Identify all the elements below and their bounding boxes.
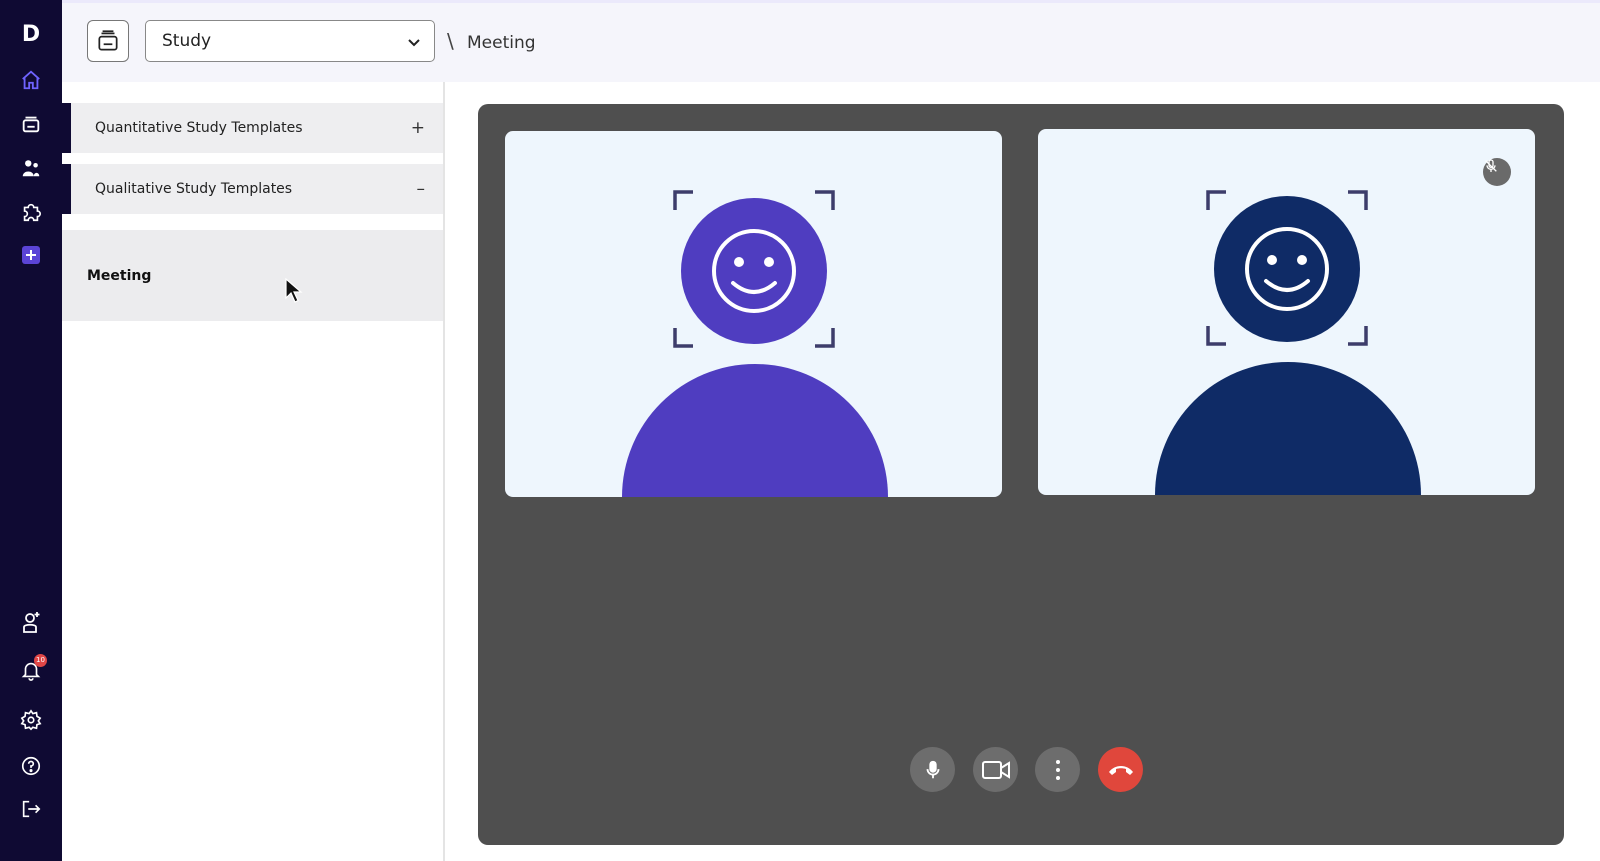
phone-hangup-icon — [1108, 765, 1133, 775]
nav-participants-button[interactable] — [11, 150, 51, 186]
template-item-meeting[interactable]: Meeting — [62, 230, 443, 321]
plus-square-icon — [22, 246, 40, 264]
nav-settings-button[interactable] — [11, 702, 51, 738]
nav-integrations-button[interactable] — [11, 194, 51, 230]
microphone-icon — [926, 760, 939, 778]
nav-invite-user-button[interactable] — [11, 604, 51, 640]
study-select[interactable]: Study — [145, 20, 435, 62]
more-vertical-icon — [1055, 759, 1060, 780]
puzzle-icon — [23, 203, 41, 222]
breadcrumb-separator: \ — [447, 29, 454, 53]
nav-home-button[interactable] — [11, 62, 51, 98]
expand-icon[interactable]: + — [411, 118, 425, 138]
logout-icon — [22, 800, 41, 818]
nav-help-button[interactable] — [11, 748, 51, 784]
accordion-qualitative-templates[interactable]: Qualitative Study Templates – — [62, 164, 443, 214]
notification-count-badge: 10 — [34, 654, 47, 667]
participant-avatar — [622, 190, 888, 497]
app-root: D 10 Study \ Meeting Quantitative Study … — [0, 0, 1600, 861]
studies-toggle-button[interactable] — [87, 20, 129, 62]
toggle-camera-button[interactable] — [973, 747, 1018, 792]
nav-create-button[interactable] — [11, 237, 51, 273]
participants-icon — [22, 160, 40, 177]
more-options-button[interactable] — [1035, 747, 1080, 792]
participant-avatar — [1155, 190, 1421, 495]
nav-studies-button[interactable] — [11, 106, 51, 142]
study-select-value: Study — [162, 31, 212, 51]
help-circle-icon — [21, 756, 41, 776]
accordion-label: Qualitative Study Templates — [95, 181, 293, 197]
mouse-cursor-icon — [285, 278, 303, 303]
mic-off-icon — [1485, 159, 1497, 172]
nav-logout-button[interactable] — [11, 791, 51, 827]
add-user-icon — [23, 612, 40, 633]
template-panel: Quantitative Study Templates + Qualitati… — [62, 82, 445, 861]
studies-stack-icon — [98, 30, 118, 51]
participant-muted-indicator — [1483, 158, 1511, 186]
top-header: Study \ Meeting — [62, 0, 1600, 82]
participant-tile-1[interactable] — [505, 131, 1002, 497]
participant-tile-2[interactable] — [1038, 129, 1535, 495]
accordion-quantitative-templates[interactable]: Quantitative Study Templates + — [62, 103, 443, 153]
home-icon — [22, 70, 40, 90]
app-logo[interactable]: D — [11, 16, 51, 52]
end-call-button[interactable] — [1098, 747, 1143, 792]
studies-stack-icon — [22, 116, 40, 133]
breadcrumb-current: Meeting — [467, 33, 536, 53]
left-nav-rail: D 10 — [0, 0, 62, 861]
toggle-mic-button[interactable] — [910, 747, 955, 792]
meeting-stage — [478, 104, 1564, 845]
video-camera-icon — [981, 760, 1010, 779]
nav-notifications-button[interactable]: 10 — [11, 652, 51, 688]
gear-icon — [20, 709, 42, 731]
collapse-icon[interactable]: – — [417, 179, 426, 199]
accordion-label: Quantitative Study Templates — [95, 120, 303, 136]
chevron-down-icon — [408, 39, 420, 47]
